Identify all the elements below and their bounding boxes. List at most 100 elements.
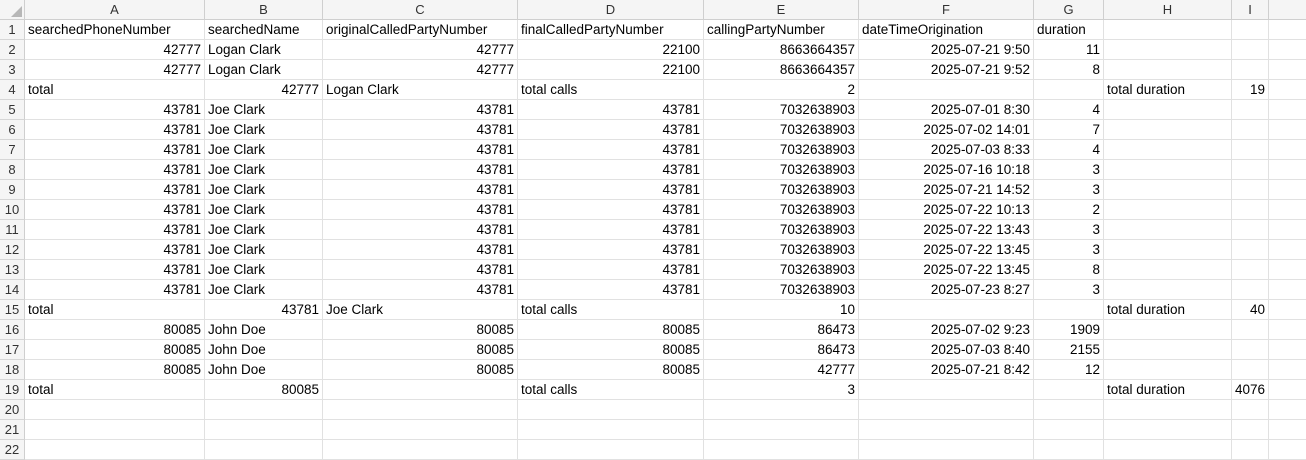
cell-c6[interactable]: 43781	[323, 120, 518, 140]
cell-a10[interactable]: 43781	[25, 200, 205, 220]
cell-d19[interactable]: total calls	[518, 380, 704, 400]
cell-d5[interactable]: 43781	[518, 100, 704, 120]
row-header[interactable]: 17	[0, 340, 25, 360]
row-header[interactable]: 18	[0, 360, 25, 380]
cell-d13[interactable]: 43781	[518, 260, 704, 280]
column-header-i[interactable]: I	[1232, 0, 1269, 20]
cell-b5[interactable]: Joe Clark	[205, 100, 323, 120]
cell-d2[interactable]: 22100	[518, 40, 704, 60]
cell-g17[interactable]: 2155	[1034, 340, 1104, 360]
cell-f11[interactable]: 2025-07-22 13:43	[859, 220, 1034, 240]
cell-c2[interactable]: 42777	[323, 40, 518, 60]
cell-a11[interactable]: 43781	[25, 220, 205, 240]
cell-f20[interactable]	[859, 400, 1034, 420]
cell-i12[interactable]	[1232, 240, 1269, 260]
cell-a14[interactable]: 43781	[25, 280, 205, 300]
cell-g14[interactable]: 3	[1034, 280, 1104, 300]
cell-b16[interactable]: John Doe	[205, 320, 323, 340]
cell-i19[interactable]: 4076	[1232, 380, 1269, 400]
cell-i4[interactable]: 19	[1232, 80, 1269, 100]
cell-i5[interactable]	[1232, 100, 1269, 120]
cell-d17[interactable]: 80085	[518, 340, 704, 360]
cell-h7[interactable]	[1104, 140, 1232, 160]
row-header[interactable]: 20	[0, 400, 25, 420]
cell-f16[interactable]: 2025-07-02 9:23	[859, 320, 1034, 340]
cell-b3[interactable]: Logan Clark	[205, 60, 323, 80]
cell-i15[interactable]: 40	[1232, 300, 1269, 320]
cell-b9[interactable]: Joe Clark	[205, 180, 323, 200]
cell-f2[interactable]: 2025-07-21 9:50	[859, 40, 1034, 60]
row-header[interactable]: 7	[0, 140, 25, 160]
cell-c11[interactable]: 43781	[323, 220, 518, 240]
cell-i10[interactable]	[1232, 200, 1269, 220]
cell-e7[interactable]: 7032638903	[704, 140, 859, 160]
cell-b22[interactable]	[205, 440, 323, 460]
cell-b12[interactable]: Joe Clark	[205, 240, 323, 260]
cell-b7[interactable]: Joe Clark	[205, 140, 323, 160]
cell-a18[interactable]: 80085	[25, 360, 205, 380]
cell-g20[interactable]	[1034, 400, 1104, 420]
cell-e6[interactable]: 7032638903	[704, 120, 859, 140]
cell-f18[interactable]: 2025-07-21 8:42	[859, 360, 1034, 380]
cell-a2[interactable]: 42777	[25, 40, 205, 60]
row-header[interactable]: 16	[0, 320, 25, 340]
cell-i21[interactable]	[1232, 420, 1269, 440]
cell-g16[interactable]: 1909	[1034, 320, 1104, 340]
cell-a17[interactable]: 80085	[25, 340, 205, 360]
cell-g2[interactable]: 11	[1034, 40, 1104, 60]
cell-i14[interactable]	[1232, 280, 1269, 300]
cell-c22[interactable]	[323, 440, 518, 460]
cell-b18[interactable]: John Doe	[205, 360, 323, 380]
cell-g10[interactable]: 2	[1034, 200, 1104, 220]
cell-f6[interactable]: 2025-07-02 14:01	[859, 120, 1034, 140]
cell-a22[interactable]	[25, 440, 205, 460]
cell-f12[interactable]: 2025-07-22 13:45	[859, 240, 1034, 260]
cell-i6[interactable]	[1232, 120, 1269, 140]
cell-a8[interactable]: 43781	[25, 160, 205, 180]
cell-c19[interactable]	[323, 380, 518, 400]
cell-a7[interactable]: 43781	[25, 140, 205, 160]
cell-g11[interactable]: 3	[1034, 220, 1104, 240]
cell-a12[interactable]: 43781	[25, 240, 205, 260]
cell-i7[interactable]	[1232, 140, 1269, 160]
cell-c7[interactable]: 43781	[323, 140, 518, 160]
cell-h12[interactable]	[1104, 240, 1232, 260]
cell-i20[interactable]	[1232, 400, 1269, 420]
cell-h8[interactable]	[1104, 160, 1232, 180]
cell-c8[interactable]: 43781	[323, 160, 518, 180]
cell-h19[interactable]: total duration	[1104, 380, 1232, 400]
column-header-h[interactable]: H	[1104, 0, 1232, 20]
cell-d6[interactable]: 43781	[518, 120, 704, 140]
cell-i9[interactable]	[1232, 180, 1269, 200]
cell-e18[interactable]: 42777	[704, 360, 859, 380]
column-header-a[interactable]: A	[25, 0, 205, 20]
cell-h3[interactable]	[1104, 60, 1232, 80]
row-header[interactable]: 8	[0, 160, 25, 180]
cell-c16[interactable]: 80085	[323, 320, 518, 340]
cell-c21[interactable]	[323, 420, 518, 440]
cell-i16[interactable]	[1232, 320, 1269, 340]
cell-h16[interactable]	[1104, 320, 1232, 340]
cell-b1[interactable]: searchedName	[205, 20, 323, 40]
cell-h10[interactable]	[1104, 200, 1232, 220]
cell-g19[interactable]	[1034, 380, 1104, 400]
cell-g4[interactable]	[1034, 80, 1104, 100]
row-header[interactable]: 1	[0, 20, 25, 40]
cell-b4[interactable]: 42777	[205, 80, 323, 100]
cell-b10[interactable]: Joe Clark	[205, 200, 323, 220]
cell-g7[interactable]: 4	[1034, 140, 1104, 160]
cell-e17[interactable]: 86473	[704, 340, 859, 360]
cell-e12[interactable]: 7032638903	[704, 240, 859, 260]
cell-d14[interactable]: 43781	[518, 280, 704, 300]
row-header[interactable]: 10	[0, 200, 25, 220]
cell-e9[interactable]: 7032638903	[704, 180, 859, 200]
cell-d18[interactable]: 80085	[518, 360, 704, 380]
cell-c10[interactable]: 43781	[323, 200, 518, 220]
cell-a21[interactable]	[25, 420, 205, 440]
cell-h14[interactable]	[1104, 280, 1232, 300]
cell-h4[interactable]: total duration	[1104, 80, 1232, 100]
cell-d22[interactable]	[518, 440, 704, 460]
cell-h18[interactable]	[1104, 360, 1232, 380]
cell-g18[interactable]: 12	[1034, 360, 1104, 380]
cell-c18[interactable]: 80085	[323, 360, 518, 380]
